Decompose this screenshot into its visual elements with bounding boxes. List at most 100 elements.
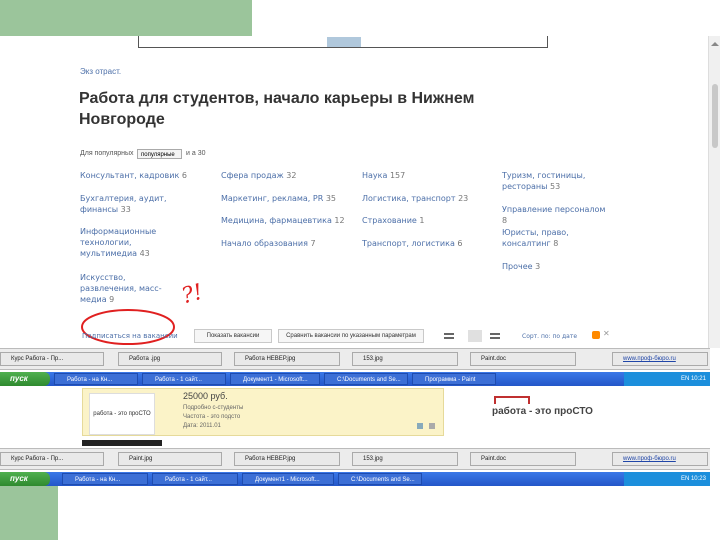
category-label: Сфера продаж [221, 171, 284, 180]
favorite-icon[interactable] [417, 423, 423, 429]
scroll-up-arrow-icon[interactable] [711, 42, 719, 46]
taskbar-top: пуск Работа - на Кн... Работа - 1 сайт..… [0, 372, 710, 386]
window-task[interactable]: 153.jpg [352, 452, 458, 466]
category-count: 43 [139, 249, 150, 258]
page-title-line2: Новгороде [79, 111, 165, 128]
window-task[interactable]: Работа НЕВЕР.jpg [234, 452, 340, 466]
scroll-thumb[interactable] [712, 84, 718, 148]
category-count: 3 [535, 262, 541, 271]
vacancy-logo-text: работа - это проСТО [93, 411, 151, 417]
compact-view-icon[interactable] [468, 330, 482, 342]
category-item[interactable]: Страхование 1 [362, 215, 482, 226]
logo-text: работа - это проСТО [492, 406, 593, 417]
sort-by-control[interactable]: Сорт. по: по дате [522, 331, 577, 342]
task-button[interactable]: Работа - на Кн... [62, 473, 148, 485]
category-label: Транспорт, логистика [362, 239, 455, 248]
close-icon[interactable]: ✕ [603, 329, 610, 338]
sort-label: Для популярных [80, 150, 134, 157]
category-item[interactable]: Прочее 3 [502, 261, 607, 272]
site-logo: работа - это проСТО [492, 396, 602, 420]
category-label: Консультант, кадровик [80, 171, 180, 180]
window-task[interactable]: Paint.doc [470, 352, 576, 366]
system-tray: EN 10:21 [624, 372, 710, 386]
vacancy-thumbnail[interactable]: работа - это проСТО [89, 393, 155, 435]
task-button[interactable]: Документ1 - Microsoft... [242, 473, 334, 485]
breadcrumb[interactable]: Экз отраст. [80, 67, 121, 76]
taskbar-bottom: пуск Работа - на Кн... Работа - 1 сайт..… [0, 472, 710, 486]
top-frame-highlight [327, 37, 361, 47]
window-task[interactable]: Работа .jpg [118, 352, 222, 366]
scrollbar[interactable] [708, 36, 720, 348]
category-item[interactable]: Консультант, кадровик 6 [80, 170, 210, 181]
category-label: Туризм, гостиницы, рестораны [502, 171, 586, 191]
window-task-right[interactable]: www.проф-бюро.ru [612, 352, 708, 366]
category-item[interactable]: Наука 157 [362, 170, 482, 181]
windows-bar-bottom: Курс Работа - Пр... Paint.jpg Работа НЕВ… [0, 448, 710, 470]
show-vacancies-button[interactable]: Показать вакансии [194, 329, 272, 343]
window-task[interactable]: Paint.jpg [118, 452, 222, 466]
page-title: Работа для студентов, начало карьеры в Н… [79, 88, 599, 130]
task-button[interactable]: C:\Documents and Se... [324, 373, 408, 385]
category-item[interactable]: Информационные технологии, мультимедиа 4… [80, 226, 180, 259]
category-count: 35 [325, 194, 337, 203]
category-item[interactable]: Начало образования 7 [221, 238, 341, 249]
task-button[interactable]: C:\Documents and Se... [338, 473, 422, 485]
category-item[interactable]: Маркетинг, реклама, PR 35 [221, 193, 351, 204]
category-item[interactable]: Юристы, право, консалтинг 8 [502, 227, 607, 249]
window-task[interactable]: Paint.doc [470, 452, 576, 466]
task-button[interactable]: Документ1 - Microsoft... [230, 373, 320, 385]
category-count: 1 [419, 216, 425, 225]
category-item[interactable]: Логистика, транспорт 23 [362, 193, 482, 204]
category-item[interactable]: Транспорт, логистика 6 [362, 238, 482, 249]
windows-bar-top: Курс Работа - Пр... Работа .jpg Работа Н… [0, 348, 710, 370]
category-label: Маркетинг, реклама, PR [221, 194, 324, 203]
grid-view-icon[interactable] [490, 333, 500, 339]
window-task[interactable]: 153.jpg [352, 352, 458, 366]
vacancy-line: Частота - это подсто [183, 414, 241, 420]
category-label: Страхование [362, 216, 417, 225]
task-button[interactable]: Работа - 1 сайт... [152, 473, 238, 485]
category-count: 6 [457, 239, 463, 248]
category-count: 32 [286, 171, 297, 180]
category-count: 7 [310, 239, 316, 248]
category-count: 53 [550, 182, 561, 191]
clock: EN 10:23 [680, 476, 706, 482]
category-count: 12 [334, 216, 345, 225]
list-view-icon[interactable] [444, 333, 454, 339]
compare-vacancies-button[interactable]: Сравнить вакансии по указанным параметра… [278, 329, 424, 343]
task-button[interactable]: Программа - Paint [412, 373, 496, 385]
start-button[interactable]: пуск [0, 472, 50, 486]
category-item[interactable]: Искусство, развлечения, масс-медиа 9 [80, 272, 180, 305]
category-item[interactable]: Туризм, гостиницы, рестораны 53 [502, 170, 607, 192]
page-title-line1: Работа для студентов, начало карьеры в Н… [79, 90, 475, 107]
category-item[interactable]: Сфера продаж 32 [221, 170, 341, 181]
task-button[interactable]: Работа - на Кн... [54, 373, 138, 385]
subscribe-link[interactable]: Подписаться на вакансии [82, 331, 178, 342]
category-label: Медицина, фармацевтика [221, 216, 332, 225]
category-item[interactable]: Медицина, фармацевтика 12 [221, 215, 351, 226]
category-count: 8 [553, 239, 559, 248]
category-count: 33 [120, 205, 131, 214]
category-label: Логистика, транспорт [362, 194, 456, 203]
window-task[interactable]: Курс Работа - Пр... [0, 452, 104, 466]
rss-icon[interactable] [592, 331, 600, 339]
category-item[interactable]: Управление персоналом 8 [502, 204, 607, 226]
sort-select[interactable]: популярные [137, 149, 182, 159]
category-label: Юристы, право, консалтинг [502, 228, 569, 248]
task-button[interactable]: Работа - 1 сайт... [142, 373, 226, 385]
category-item[interactable]: Бухгалтерия, аудит, финансы 33 [80, 193, 170, 215]
category-label: Искусство, развлечения, масс-медиа [80, 273, 162, 304]
decor-green-top-left [0, 0, 252, 36]
start-button[interactable]: пуск [0, 372, 50, 386]
system-tray: EN 10:23 [624, 472, 710, 486]
window-task[interactable]: Курс Работа - Пр... [0, 352, 104, 366]
view-toggle[interactable] [442, 330, 502, 342]
dark-strip [82, 440, 162, 446]
category-label: Наука [362, 171, 388, 180]
mail-icon[interactable] [429, 423, 435, 429]
vacancy-card: работа - это проСТО 25000 руб. Подробно … [82, 388, 444, 436]
window-task[interactable]: Работа НЕВЕР.jpg [234, 352, 340, 366]
category-count: 23 [458, 194, 469, 203]
window-task-right[interactable]: www.проф-бюро.ru [612, 452, 708, 466]
vacancy-salary: 25000 руб. [183, 391, 228, 401]
